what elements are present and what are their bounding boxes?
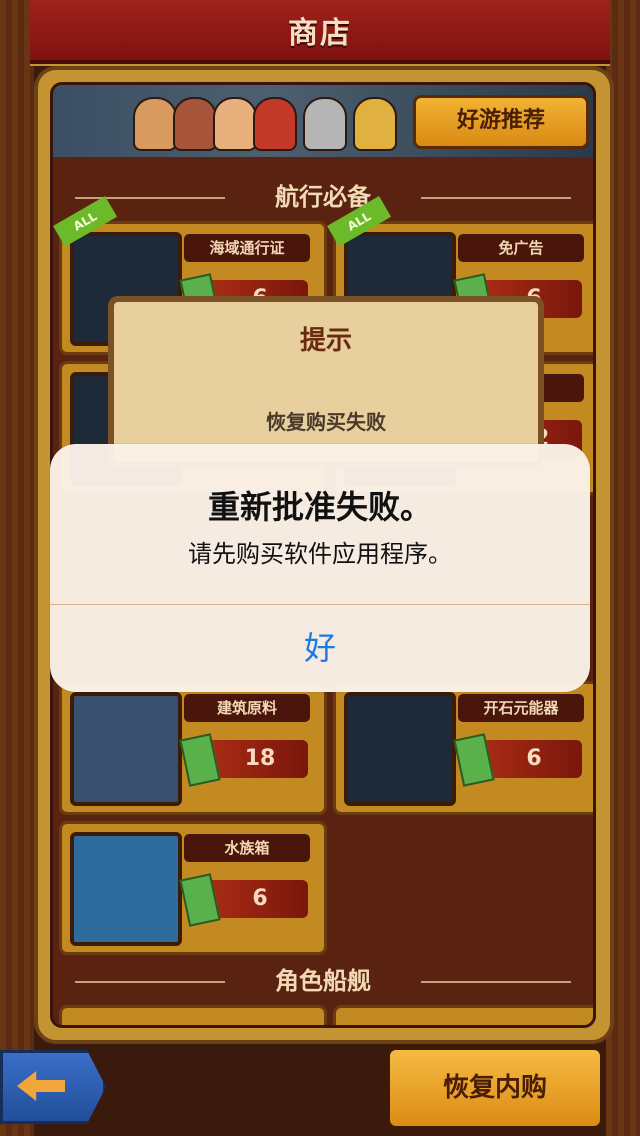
- restore-purchases-button[interactable]: 恢复内购: [386, 1046, 604, 1130]
- recommend-button[interactable]: 好游推荐: [413, 95, 589, 149]
- alert-message: 请先购买软件应用程序。: [188, 540, 452, 568]
- hint-title: 提示: [299, 326, 352, 356]
- item-name: 免广告: [458, 234, 584, 262]
- item-thumbnail: [70, 832, 182, 946]
- hero-icon: [213, 97, 257, 151]
- promo-banner: 好游推荐: [53, 85, 593, 157]
- shop-item[interactable]: 建筑原料 18: [59, 681, 327, 815]
- hero-icon: [253, 97, 297, 151]
- wood-border-left: [0, 0, 34, 1136]
- system-alert: 重新批准失败。 请先购买软件应用程序。 好: [50, 444, 590, 692]
- section-header: 航行必备: [53, 177, 593, 217]
- hero-icon: [173, 97, 217, 151]
- hero-icon: [303, 97, 347, 151]
- alert-title: 重新批准失败。: [207, 488, 432, 526]
- alert-ok-button[interactable]: 好: [50, 605, 590, 691]
- title-bar: 商店: [30, 0, 610, 64]
- item-thumbnail: [344, 692, 456, 806]
- item-name: 海域通行证: [184, 234, 310, 262]
- shop-item[interactable]: 开石元能器 6: [333, 681, 593, 815]
- heroes-illustration: [123, 89, 423, 157]
- section-title: 角色船舰: [275, 967, 371, 995]
- section-title: 航行必备: [275, 183, 371, 211]
- section-header: 角色船舰: [53, 961, 593, 1001]
- shop-item[interactable]: [333, 1005, 593, 1025]
- divider: [421, 981, 571, 983]
- item-name: 水族箱: [184, 834, 310, 862]
- hint-dialog: 提示 恢复购买失败: [108, 296, 544, 468]
- back-arrow-icon: [17, 1071, 65, 1101]
- divider: [75, 197, 225, 199]
- hero-icon: [353, 97, 397, 151]
- hero-icon: [133, 97, 177, 151]
- hint-message: 恢复购买失败: [266, 410, 386, 434]
- shop-item[interactable]: 水族箱 6: [59, 821, 327, 955]
- item-name: 开石元能器: [458, 694, 584, 722]
- item-name: 建筑原料: [184, 694, 310, 722]
- page-title: 商店: [288, 16, 352, 51]
- divider: [75, 981, 225, 983]
- divider: [421, 197, 571, 199]
- shop-item[interactable]: [59, 1005, 327, 1025]
- back-button[interactable]: [0, 1050, 106, 1124]
- item-thumbnail: [70, 692, 182, 806]
